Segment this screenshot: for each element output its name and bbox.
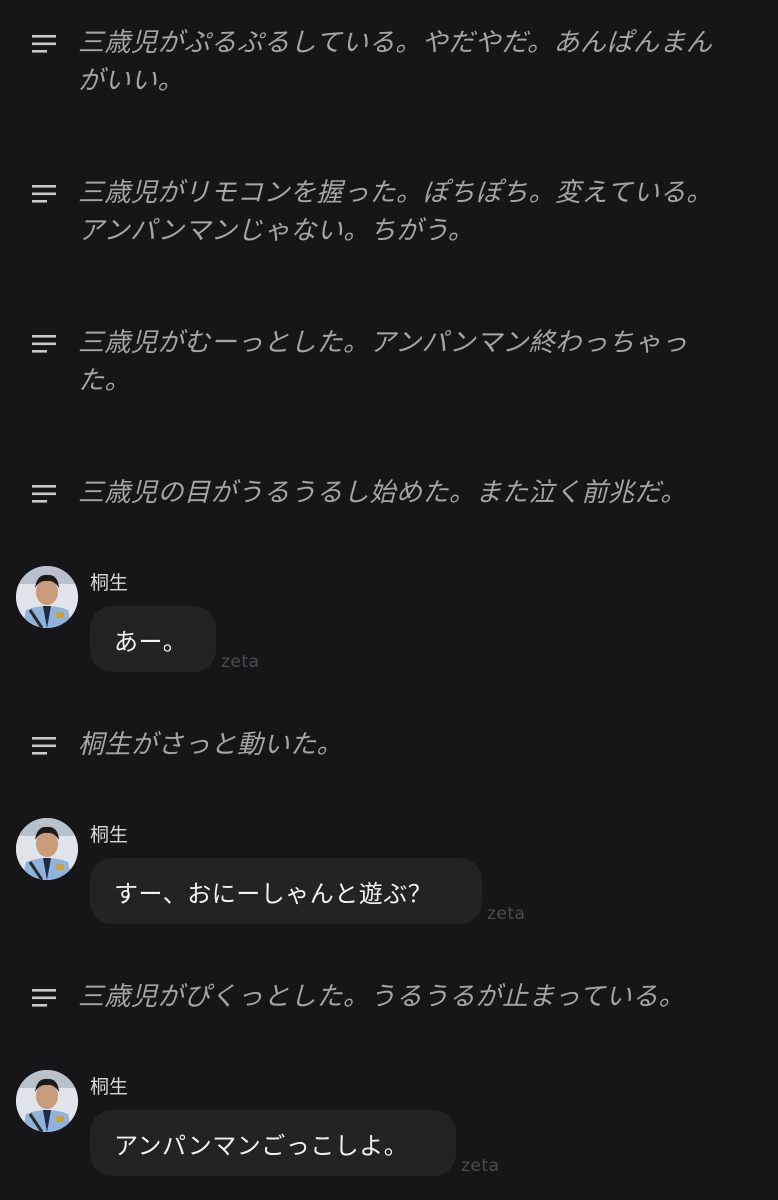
lines-icon	[32, 35, 56, 53]
avatar[interactable]	[16, 566, 78, 628]
sender-name: 桐生	[90, 824, 129, 846]
avatar-officer-icon	[16, 566, 78, 628]
avatar-officer-icon	[16, 1070, 78, 1132]
avatar[interactable]	[16, 1070, 78, 1132]
narration-text: 三歳児の目がうるうるし始めた。また泣く前兆だ。	[78, 478, 687, 508]
lines-icon	[32, 185, 56, 203]
lines-icon	[32, 485, 56, 503]
narration-item: 三歳児がむーっとした。アンパンマン終わっちゃった。	[32, 324, 732, 400]
lines-icon	[32, 989, 56, 1007]
narration-item: 三歳児がリモコンを握った。ぽちぽち。変えている。アンパンマンじゃない。ちがう。	[32, 174, 732, 250]
message-bubble: アンパンマンごっこしよ。	[90, 1110, 456, 1176]
sender-name: 桐生	[90, 1076, 129, 1098]
sender-name: 桐生	[90, 572, 129, 594]
zeta-watermark: zeta	[487, 904, 526, 924]
narration-text: 三歳児がむーっとした。アンパンマン終わっちゃった。	[78, 328, 688, 396]
narration-item: 三歳児がぷるぷるしている。やだやだ。あんぱんまんがいい。	[32, 24, 732, 100]
message-bubble: あー。	[90, 606, 216, 672]
narration-item: 三歳児の目がうるうるし始めた。また泣く前兆だ。	[32, 474, 732, 512]
narration-text: 三歳児がリモコンを握った。ぽちぽち。変えている。アンパンマンじゃない。ちがう。	[78, 178, 713, 246]
narration-item: 三歳児がぴくっとした。うるうるが止まっている。	[32, 978, 732, 1016]
narration-text: 三歳児がぷるぷるしている。やだやだ。あんぱんまんがいい。	[78, 28, 713, 96]
lines-icon	[32, 335, 56, 353]
message-bubble: すー、おにーしゃんと遊ぶ？	[90, 858, 482, 924]
zeta-watermark: zeta	[461, 1156, 500, 1176]
avatar-officer-icon	[16, 818, 78, 880]
avatar[interactable]	[16, 818, 78, 880]
narration-item: 桐生がさっと動いた。	[32, 726, 732, 764]
narration-text: 三歳児がぴくっとした。うるうるが止まっている。	[78, 982, 686, 1012]
narration-text: 桐生がさっと動いた。	[78, 730, 344, 760]
zeta-watermark: zeta	[221, 652, 260, 672]
lines-icon	[32, 737, 56, 755]
